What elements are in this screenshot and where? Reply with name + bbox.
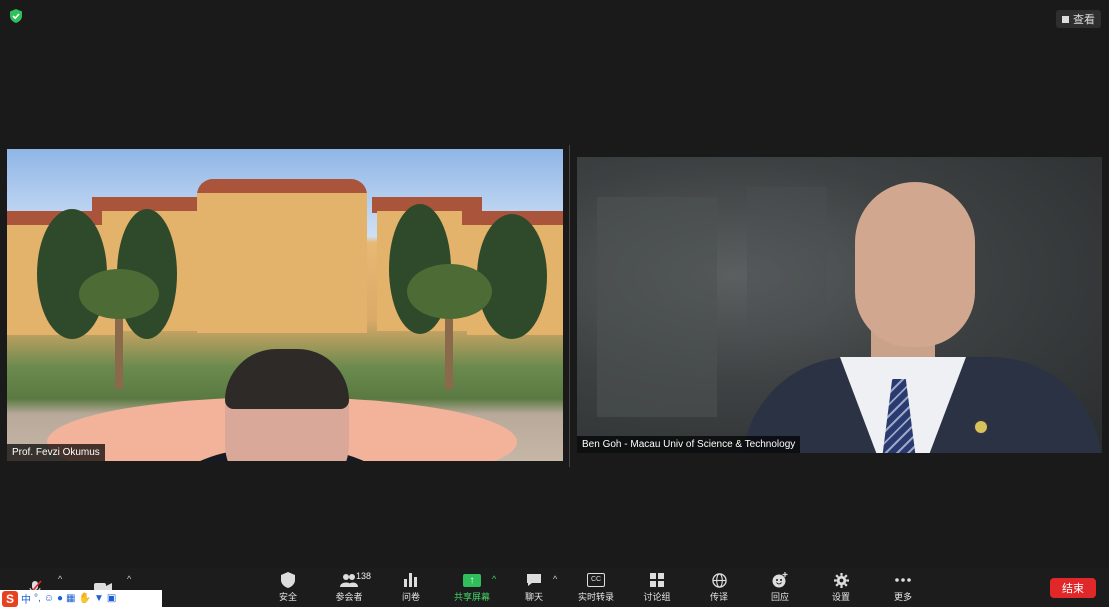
- meeting-stage: 查看 UCFROSEN COLLEGE Prof. Fevzi Okumus: [0, 0, 1109, 568]
- interpretation-label: 传译: [709, 592, 728, 602]
- share-screen-icon-wrap: ↑: [463, 572, 481, 588]
- participant-count: 138: [356, 571, 372, 581]
- security-button[interactable]: 安全: [276, 568, 300, 607]
- share-screen-button[interactable]: ↑ 共享屏幕: [452, 568, 492, 607]
- ime-punctuation-icon[interactable]: °,: [34, 593, 41, 604]
- ime-voice-icon[interactable]: ●: [57, 593, 63, 604]
- participant-name-tag: Ben Goh - Macau Univ of Science & Techno…: [577, 436, 801, 453]
- ime-mode[interactable]: 中: [21, 591, 31, 606]
- palm-canopy: [407, 264, 492, 319]
- reactions-label: 回应: [770, 592, 789, 602]
- interpretation-button[interactable]: 传译: [707, 568, 731, 607]
- end-meeting-button[interactable]: 结束: [1050, 578, 1096, 598]
- ime-emoji-icon[interactable]: ☺: [44, 593, 54, 604]
- polls-label: 问卷: [401, 592, 420, 602]
- people-icon: 138: [340, 571, 371, 588]
- live-transcript-label: 实时转录: [577, 592, 614, 602]
- participants-button[interactable]: 138 参会者: [333, 568, 371, 607]
- lapel-pin: [973, 419, 989, 435]
- meeting-toolbar: ^ ^ 安全 138 参会者 问卷 ↑ 共享屏幕 ^ 聊天 ^ CC 实时转录 …: [0, 568, 1109, 607]
- share-options-caret-icon[interactable]: ^: [492, 574, 496, 584]
- security-label: 安全: [278, 592, 297, 602]
- settings-button[interactable]: 设置: [829, 568, 853, 607]
- chat-options-caret-icon[interactable]: ^: [553, 574, 557, 584]
- participants-label: 参会者: [335, 592, 363, 602]
- reactions-button[interactable]: 回应: [768, 568, 792, 607]
- smiley-plus-icon: [771, 572, 789, 588]
- share-screen-icon: ↑: [463, 573, 481, 587]
- video-options-caret-icon[interactable]: ^: [127, 574, 131, 584]
- tile-divider[interactable]: [569, 145, 570, 467]
- share-screen-label: 共享屏幕: [453, 592, 490, 602]
- ime-toolbox-icon[interactable]: ▣: [107, 593, 116, 604]
- participant-1-hair: [225, 349, 349, 409]
- live-transcript-button[interactable]: CC 实时转录: [576, 568, 616, 607]
- chat-label: 聊天: [524, 592, 543, 602]
- ime-logo[interactable]: S: [2, 590, 18, 607]
- globe-icon: [710, 572, 728, 588]
- view-button-label: 查看: [1073, 14, 1095, 26]
- video-tile-participant-1[interactable]: UCFROSEN COLLEGE Prof. Fevzi Okumus: [7, 149, 563, 461]
- view-layout-icon: [1062, 15, 1069, 23]
- security-shield-icon[interactable]: [9, 9, 23, 23]
- view-button[interactable]: 查看: [1056, 10, 1101, 28]
- more-label: 更多: [893, 592, 912, 602]
- ellipsis-icon: [894, 572, 912, 588]
- settings-label: 设置: [831, 592, 850, 602]
- gear-icon: [832, 572, 850, 588]
- participant-name-tag: Prof. Fevzi Okumus: [7, 444, 105, 461]
- background-building: [197, 193, 367, 333]
- breakout-rooms-button[interactable]: 讨论组: [641, 568, 673, 607]
- video-tile-participant-2[interactable]: Ben Goh - Macau Univ of Science & Techno…: [577, 157, 1102, 453]
- blurred-background: [597, 197, 717, 417]
- background-tree: [477, 214, 547, 339]
- participant-2-face: [855, 182, 975, 347]
- bar-chart-icon: [402, 572, 420, 588]
- audio-options-caret-icon[interactable]: ^: [58, 574, 62, 584]
- polls-button[interactable]: 问卷: [399, 568, 423, 607]
- chat-bubble-icon: [525, 572, 543, 588]
- ime-skin-icon[interactable]: ▼: [94, 593, 104, 604]
- cc-icon-wrap: CC: [587, 572, 605, 588]
- closed-caption-icon: CC: [587, 573, 605, 587]
- breakout-rooms-label: 讨论组: [643, 592, 671, 602]
- palm-canopy: [79, 269, 159, 319]
- ime-keyboard-icon[interactable]: ▦: [66, 593, 75, 604]
- ime-toolbar[interactable]: S 中 °, ☺ ● ▦ ✋ ▼ ▣: [0, 590, 162, 607]
- shield-icon: [279, 572, 297, 588]
- grid-icon: [648, 572, 666, 588]
- chat-button[interactable]: 聊天: [522, 568, 546, 607]
- blurred-background: [747, 187, 827, 327]
- more-button[interactable]: 更多: [891, 568, 915, 607]
- ime-hand-icon[interactable]: ✋: [79, 593, 91, 604]
